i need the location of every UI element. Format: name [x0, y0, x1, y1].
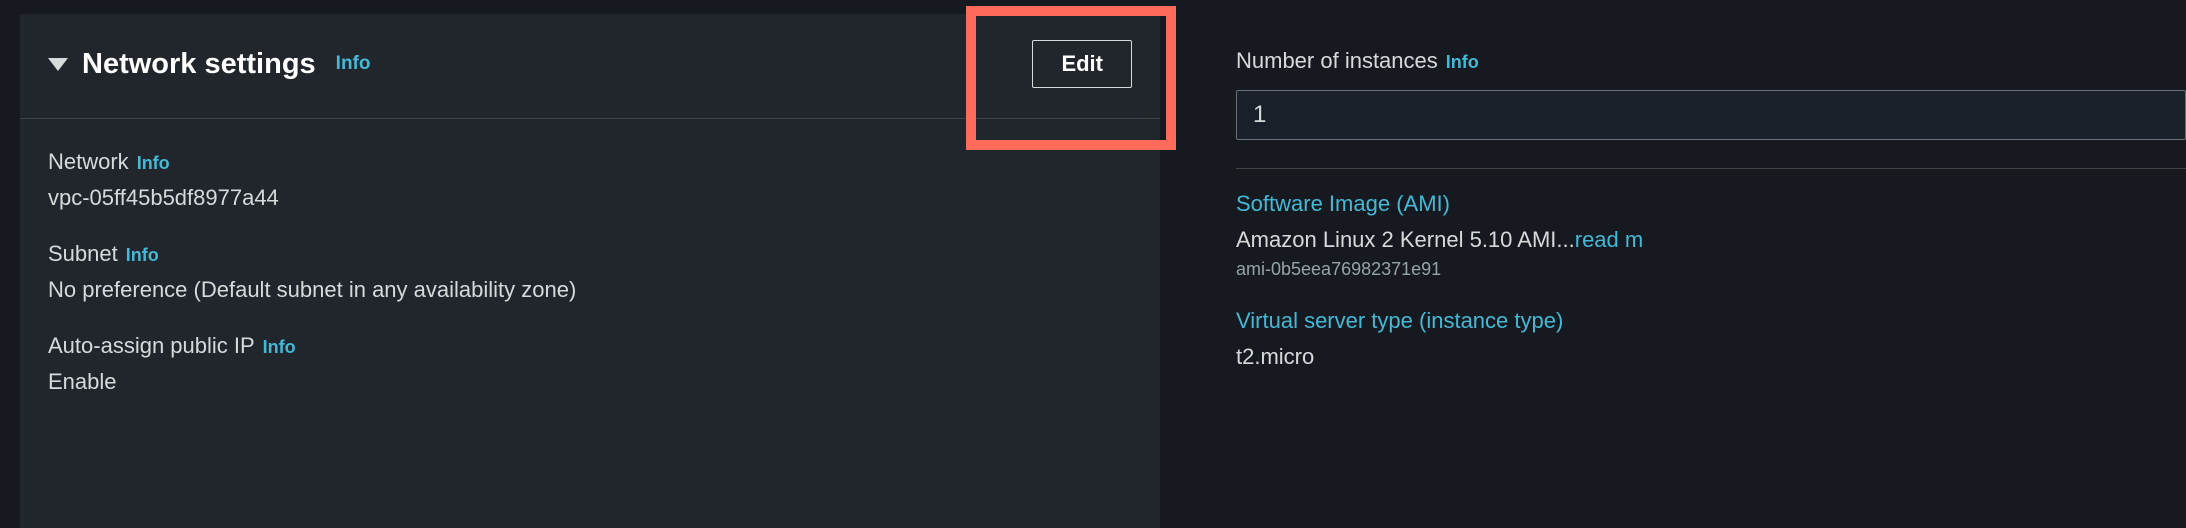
- network-settings-panel: Network settings Info Edit Network Info …: [20, 14, 1160, 528]
- panel-header-left: Network settings Info: [48, 48, 371, 81]
- network-settings-info-link[interactable]: Info: [336, 53, 371, 75]
- panel-title: Network settings: [82, 48, 316, 81]
- ami-description: Amazon Linux 2 Kernel 5.10 AMI...: [1236, 227, 1575, 252]
- network-label-row: Network Info: [48, 149, 1132, 175]
- instances-input[interactable]: [1236, 90, 2186, 140]
- ami-id: ami-0b5eea76982371e91: [1236, 259, 2186, 280]
- instance-type-value: t2.micro: [1236, 344, 2186, 370]
- summary-panel: Number of instances Info Software Image …: [1200, 0, 2186, 528]
- public-ip-info-link[interactable]: Info: [263, 337, 296, 358]
- public-ip-label: Auto-assign public IP: [48, 333, 255, 359]
- edit-button[interactable]: Edit: [1032, 40, 1132, 88]
- subnet-field: Subnet Info No preference (Default subne…: [48, 241, 1132, 303]
- subnet-label-row: Subnet Info: [48, 241, 1132, 267]
- instances-info-link[interactable]: Info: [1446, 52, 1479, 73]
- ami-heading-link[interactable]: Software Image (AMI): [1236, 191, 2186, 217]
- network-value: vpc-05ff45b5df8977a44: [48, 185, 1132, 211]
- summary-divider: [1236, 168, 2186, 169]
- public-ip-label-row: Auto-assign public IP Info: [48, 333, 1132, 359]
- public-ip-value: Enable: [48, 369, 1132, 395]
- network-field: Network Info vpc-05ff45b5df8977a44: [48, 149, 1132, 211]
- panel-header: Network settings Info Edit: [20, 14, 1160, 119]
- expand-caret-icon[interactable]: [48, 58, 68, 71]
- instances-label-row: Number of instances Info: [1236, 48, 2186, 74]
- network-info-link[interactable]: Info: [137, 153, 170, 174]
- subnet-info-link[interactable]: Info: [126, 245, 159, 266]
- panel-body: Network Info vpc-05ff45b5df8977a44 Subne…: [20, 119, 1160, 395]
- instance-type-heading-link[interactable]: Virtual server type (instance type): [1236, 308, 2186, 334]
- public-ip-field: Auto-assign public IP Info Enable: [48, 333, 1132, 395]
- subnet-label: Subnet: [48, 241, 118, 267]
- network-label: Network: [48, 149, 129, 175]
- ami-read-more-link[interactable]: read m: [1575, 227, 1643, 252]
- ami-description-line: Amazon Linux 2 Kernel 5.10 AMI...read m: [1236, 227, 2186, 253]
- subnet-value: No preference (Default subnet in any ava…: [48, 277, 1132, 303]
- instances-label: Number of instances: [1236, 48, 1438, 74]
